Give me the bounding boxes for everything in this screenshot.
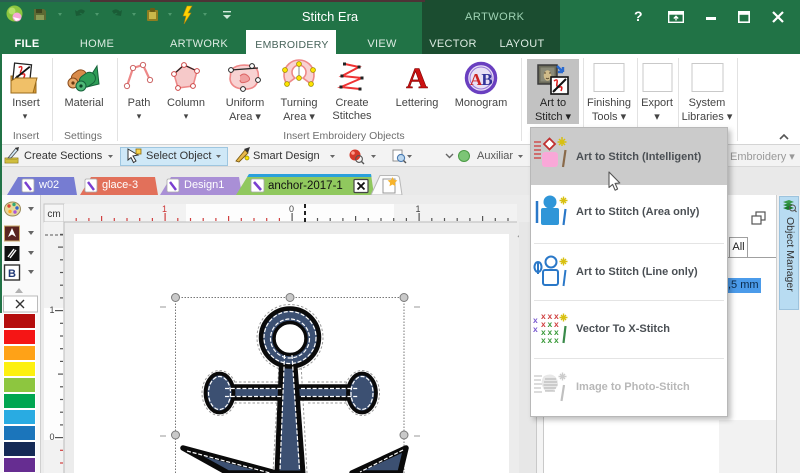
svg-text:x: x bbox=[541, 335, 546, 345]
svg-text:x: x bbox=[554, 335, 559, 345]
svg-text:x: x bbox=[533, 324, 538, 334]
svg-text:x: x bbox=[548, 335, 553, 345]
